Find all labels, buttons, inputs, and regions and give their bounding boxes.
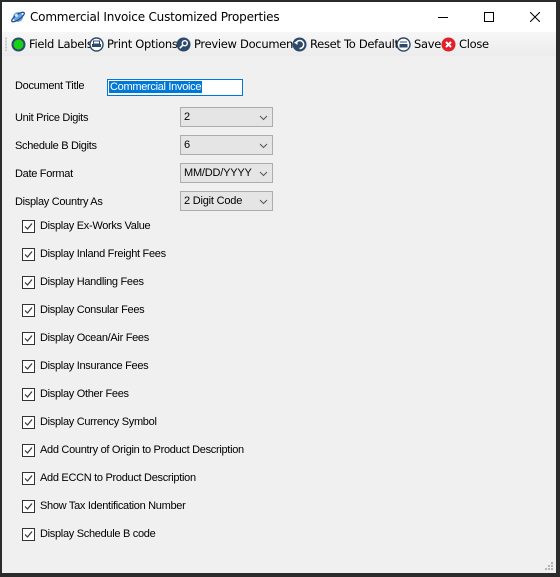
field-labels-label: Field Labels — [29, 37, 93, 51]
checkmark-icon — [24, 530, 33, 538]
chevron-down-icon — [259, 171, 268, 177]
save-icon — [396, 36, 411, 52]
window-title: Commercial Invoice Customized Properties — [30, 10, 280, 24]
document-title-value: Commercial Invoice — [109, 81, 203, 93]
reset-to-defaults-label: Reset To Defaults — [310, 37, 405, 51]
checkbox-label: Display Inland Freight Fees — [40, 248, 166, 260]
print-options-button[interactable]: Print Options — [89, 35, 178, 53]
close-label: Close — [459, 37, 489, 51]
checkbox-label: Display Other Fees — [40, 388, 129, 400]
checkbox-row[interactable]: Add ECCN to Product Description — [22, 470, 196, 486]
maximize-icon — [484, 12, 494, 22]
maximize-button[interactable] — [466, 2, 512, 32]
minimize-button[interactable] — [420, 2, 466, 32]
undo-icon — [292, 37, 307, 51]
checkbox-row[interactable]: Display Handling Fees — [22, 274, 144, 290]
checkbox-row[interactable]: Display Currency Symbol — [22, 414, 157, 430]
checkbox-row[interactable]: Display Other Fees — [22, 386, 129, 402]
toolbar: Field Labels Print Options Preview Docum… — [2, 32, 556, 56]
checkmark-icon — [24, 390, 33, 398]
checkbox-row[interactable]: Display Ocean/Air Fees — [22, 330, 149, 346]
checkmark-icon — [24, 418, 33, 426]
preview-document-label: Preview Document — [194, 37, 298, 51]
green-circle-icon — [11, 37, 26, 51]
checkbox-label: Add ECCN to Product Description — [40, 472, 196, 484]
print-options-label: Print Options — [107, 37, 178, 51]
checkbox[interactable] — [22, 443, 35, 457]
checkbox[interactable] — [22, 331, 35, 345]
preview-document-button[interactable]: Preview Document — [176, 35, 298, 53]
title-bar[interactable]: Commercial Invoice Customized Properties — [2, 2, 556, 32]
printer-icon — [89, 36, 104, 52]
schedule-b-digits-label: Schedule B Digits — [15, 140, 97, 152]
checkbox[interactable] — [22, 247, 35, 261]
checkbox-label: Show Tax Identification Number — [40, 500, 186, 512]
close-window-button[interactable] — [512, 2, 556, 32]
checkbox-row[interactable]: Display Insurance Fees — [22, 358, 149, 374]
date-format-value: MM/DD/YYYY — [184, 167, 252, 179]
checkbox[interactable] — [22, 275, 35, 289]
checkbox[interactable] — [22, 499, 35, 513]
save-button[interactable]: Save — [396, 35, 441, 53]
save-label: Save — [414, 37, 442, 51]
date-format-label: Date Format — [15, 168, 73, 180]
checkbox-label: Display Ex-Works Value — [40, 220, 151, 232]
unit-price-digits-label: Unit Price Digits — [15, 112, 89, 124]
close-icon — [530, 12, 540, 22]
field-labels-button[interactable]: Field Labels — [11, 35, 93, 53]
display-country-as-value: 2 Digit Code — [184, 195, 243, 207]
invoice-planet-icon — [10, 9, 26, 25]
resize-grip-icon[interactable] — [543, 560, 553, 570]
checkmark-icon — [24, 222, 33, 230]
toolbar-grip[interactable] — [5, 37, 7, 51]
checkbox-label: Display Schedule B code — [40, 528, 156, 540]
close-button[interactable]: Close — [441, 35, 489, 53]
close-red-icon — [441, 37, 456, 51]
checkbox[interactable] — [22, 471, 35, 485]
display-country-as-label: Display Country As — [15, 196, 103, 208]
display-country-as-select[interactable]: 2 Digit Code — [180, 191, 273, 211]
properties-window: Commercial Invoice Customized Properties… — [2, 2, 556, 573]
checkmark-icon — [24, 278, 33, 286]
unit-price-digits-value: 2 — [184, 111, 190, 123]
chevron-down-icon — [259, 143, 268, 149]
checkbox[interactable] — [22, 415, 35, 429]
checkmark-icon — [24, 502, 33, 510]
checkbox-label: Display Ocean/Air Fees — [40, 332, 149, 344]
checkbox-row[interactable]: Display Schedule B code — [22, 526, 156, 542]
magnifier-icon — [176, 37, 191, 51]
checkmark-icon — [24, 250, 33, 258]
checkbox-label: Display Consular Fees — [40, 304, 145, 316]
checkbox-row[interactable]: Display Inland Freight Fees — [22, 246, 166, 262]
unit-price-digits-select[interactable]: 2 — [180, 107, 273, 127]
checkmark-icon — [24, 334, 33, 342]
checkbox[interactable] — [22, 527, 35, 541]
checkmark-icon — [24, 474, 33, 482]
checkbox-label: Display Currency Symbol — [40, 416, 157, 428]
schedule-b-digits-select[interactable]: 6 — [180, 135, 273, 155]
checkbox-label: Display Insurance Fees — [40, 360, 149, 372]
document-title-input[interactable]: Commercial Invoice — [107, 79, 243, 96]
checkbox[interactable] — [22, 219, 35, 233]
checkbox-label: Add Country of Origin to Product Descrip… — [40, 444, 244, 456]
schedule-b-digits-value: 6 — [184, 139, 190, 151]
checkmark-icon — [24, 446, 33, 454]
chevron-down-icon — [259, 199, 268, 205]
checkbox-label: Display Handling Fees — [40, 276, 144, 288]
checkbox-row[interactable]: Add Country of Origin to Product Descrip… — [22, 442, 244, 458]
document-title-label: Document Title — [15, 80, 85, 92]
checkbox[interactable] — [22, 387, 35, 401]
reset-to-defaults-button[interactable]: Reset To Defaults — [292, 35, 405, 53]
checkbox[interactable] — [22, 303, 35, 317]
checkmark-icon — [24, 306, 33, 314]
checkbox-row[interactable]: Show Tax Identification Number — [22, 498, 186, 514]
checkbox[interactable] — [22, 359, 35, 373]
minimize-icon — [438, 17, 448, 18]
chevron-down-icon — [259, 115, 268, 121]
checkmark-icon — [24, 362, 33, 370]
checkbox-row[interactable]: Display Consular Fees — [22, 302, 145, 318]
checkbox-row[interactable]: Display Ex-Works Value — [22, 218, 151, 234]
date-format-select[interactable]: MM/DD/YYYY — [180, 163, 273, 183]
